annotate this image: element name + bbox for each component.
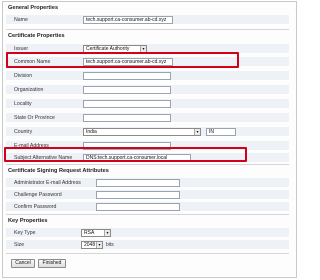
- country-row: Country India ▾ IN: [6, 127, 289, 137]
- state-input[interactable]: [83, 114, 171, 122]
- name-row: Name tech.support.ca-consumer.ab-cd.xyz: [6, 15, 289, 25]
- issuer-select[interactable]: Certificate Authority ▾: [83, 45, 147, 53]
- name-input[interactable]: tech.support.ca-consumer.ab-cd.xyz: [83, 16, 173, 24]
- challenge-row: Challenge Password: [6, 190, 289, 200]
- key-size-select[interactable]: 2048 ▾: [81, 241, 103, 249]
- state-label: State Or Province: [14, 115, 55, 121]
- key-type-row: Key Type RSA ▾: [6, 228, 289, 238]
- issuer-row: Issuer Certificate Authority ▾: [6, 44, 289, 54]
- country-label: Country: [14, 129, 33, 135]
- email-label: E-mail Address: [14, 143, 49, 149]
- admin-email-label: Administrator E-mail Address: [14, 180, 81, 186]
- common-name-label: Common Name: [14, 59, 51, 65]
- organization-input[interactable]: [83, 86, 171, 94]
- issuer-select-value: Certificate Authority: [86, 46, 130, 52]
- chevron-down-icon: ▾: [140, 46, 146, 52]
- san-label: Subject Alternative Name: [14, 155, 73, 161]
- country-select-value: India: [86, 129, 97, 135]
- key-properties-title: Key Properties: [8, 218, 48, 224]
- cancel-button[interactable]: Cancel: [11, 259, 35, 268]
- admin-email-row: Administrator E-mail Address: [6, 178, 289, 188]
- key-type-select[interactable]: RSA ▾: [81, 229, 111, 237]
- challenge-password-input[interactable]: [96, 191, 180, 199]
- general-properties-title: General Properties: [8, 5, 59, 11]
- division-input[interactable]: [83, 72, 171, 80]
- key-type-select-value: RSA: [84, 230, 95, 236]
- state-row: State Or Province: [6, 113, 289, 123]
- common-name-row: Common Name tech.support.ca-consumer.ab-…: [6, 57, 289, 67]
- issuer-label: Issuer: [14, 46, 29, 52]
- key-size-row: Size 2048 ▾ bits: [6, 240, 289, 250]
- divider: [6, 164, 289, 165]
- organization-label: Organization: [14, 87, 44, 93]
- organization-row: Organization: [6, 85, 289, 95]
- confirm-label: Confirm Password: [14, 204, 57, 210]
- chevron-down-icon: ▾: [104, 230, 110, 236]
- division-label: Division: [14, 73, 33, 79]
- san-input[interactable]: DNS:tech.support.ca-consumer.local: [83, 154, 191, 162]
- chevron-down-icon: ▾: [96, 242, 102, 248]
- divider: [6, 253, 289, 254]
- locality-label: Locality: [14, 101, 32, 107]
- key-size-label: Size: [14, 242, 25, 248]
- common-name-input[interactable]: tech.support.ca-consumer.ab-cd.xyz: [83, 58, 173, 66]
- finished-button[interactable]: Finished: [38, 259, 66, 268]
- confirm-row: Confirm Password: [6, 202, 289, 212]
- locality-row: Locality: [6, 99, 289, 109]
- confirm-password-input[interactable]: [96, 203, 180, 211]
- name-label: Name: [14, 17, 28, 23]
- email-row: E-mail Address: [6, 141, 289, 151]
- key-size-unit: bits: [106, 242, 114, 248]
- divider: [6, 29, 289, 30]
- country-code-input[interactable]: IN: [206, 128, 236, 136]
- divider: [6, 214, 289, 215]
- email-input[interactable]: [83, 142, 171, 150]
- country-select[interactable]: India ▾: [83, 128, 201, 136]
- csr-attributes-title: Certificate Signing Request Attributes: [8, 168, 109, 174]
- locality-input[interactable]: [83, 100, 171, 108]
- san-row: Subject Alternative Name DNS:tech.suppor…: [6, 153, 289, 163]
- challenge-label: Challenge Password: [14, 192, 62, 198]
- admin-email-input[interactable]: [96, 179, 180, 187]
- key-size-select-value: 2048: [84, 242, 96, 248]
- certificate-properties-title: Certificate Properties: [8, 33, 65, 39]
- key-type-label: Key Type: [14, 230, 36, 236]
- division-row: Division: [6, 71, 289, 81]
- chevron-down-icon: ▾: [194, 129, 200, 135]
